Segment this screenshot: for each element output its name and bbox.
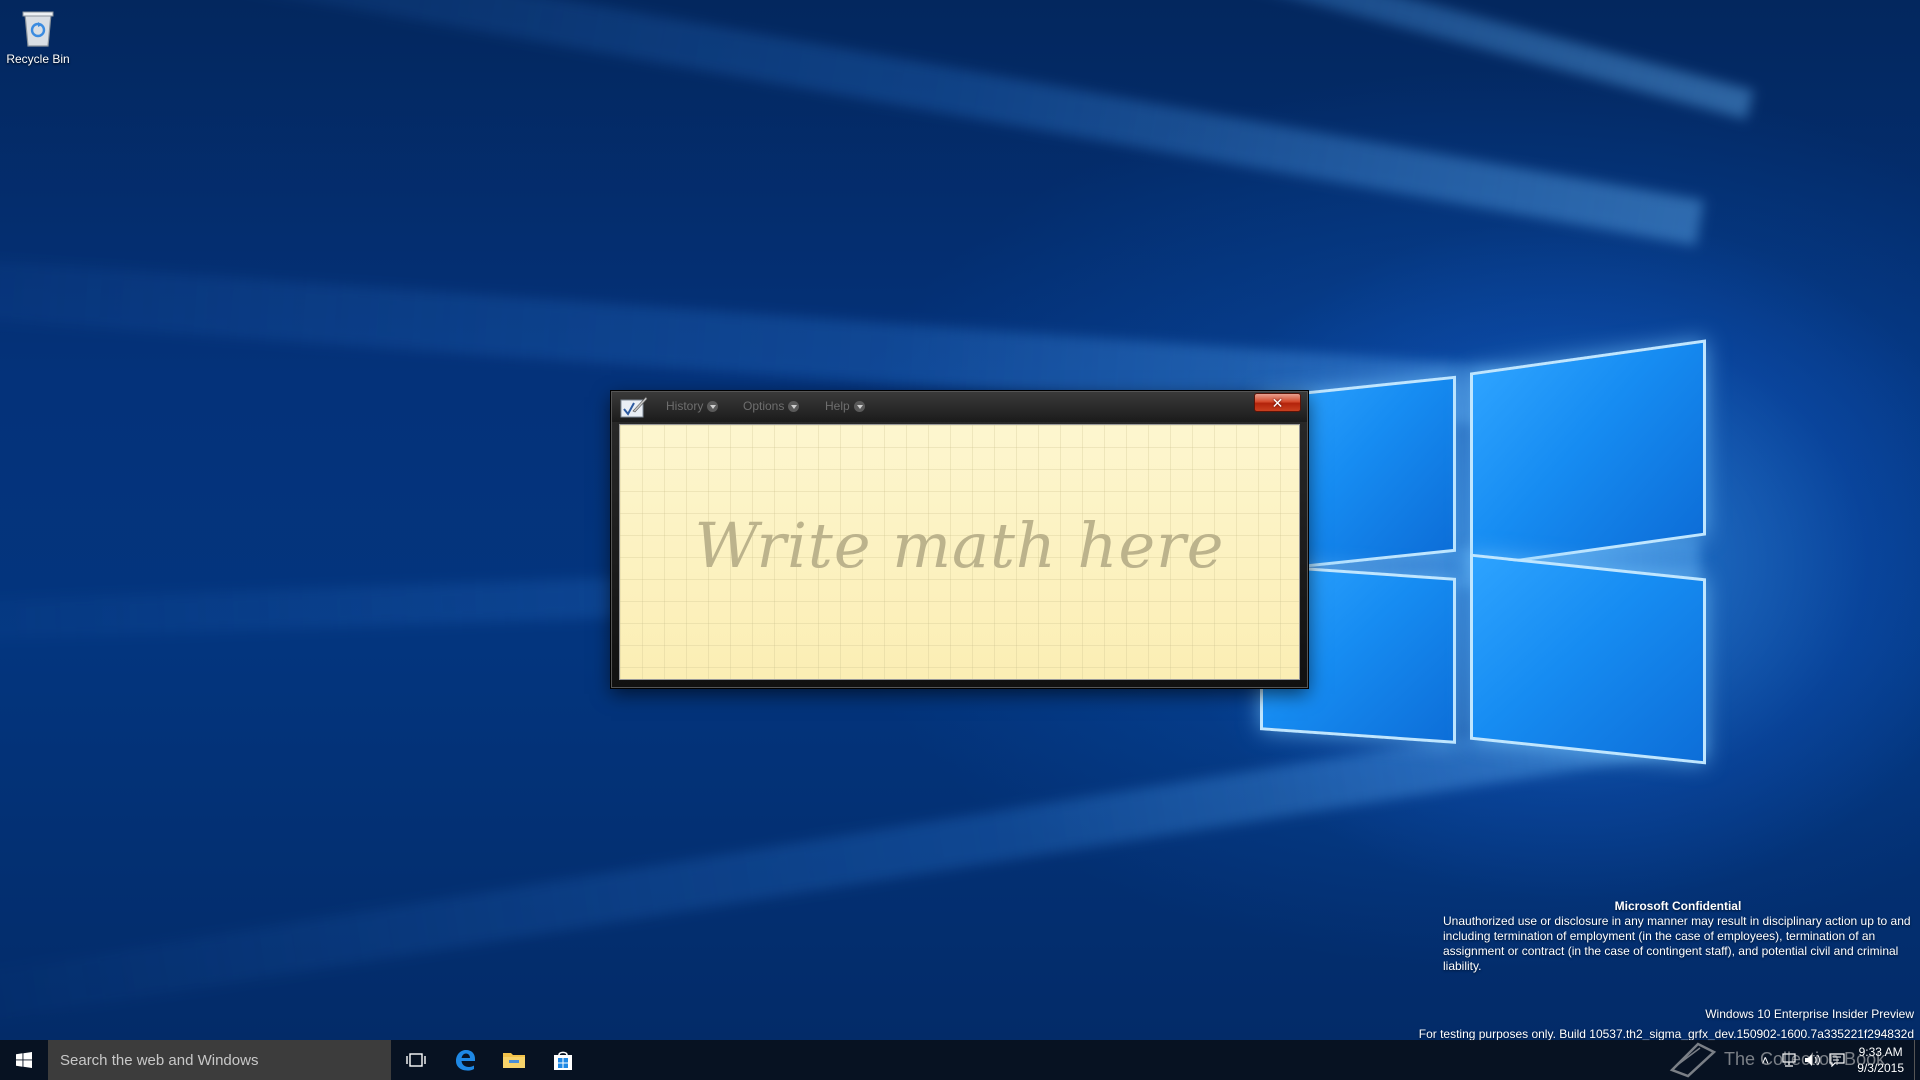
recycle-bin-icon — [21, 8, 55, 48]
chevron-down-icon — [707, 400, 719, 412]
watermark-body: Unauthorized use or disclosure in any ma… — [1443, 914, 1911, 973]
store-icon — [554, 1051, 572, 1070]
desktop-icon-recycle-bin[interactable]: Recycle Bin — [4, 6, 72, 66]
chevron-down-icon — [788, 400, 800, 412]
logo-pane-bottom-right — [1470, 553, 1706, 765]
math-input-icon — [620, 395, 648, 419]
task-view-button[interactable] — [392, 1040, 440, 1080]
search-input[interactable]: Search the web and Windows — [48, 1040, 391, 1080]
confidential-watermark: Microsoft Confidential Unauthorized use … — [1443, 899, 1913, 974]
search-placeholder: Search the web and Windows — [60, 1051, 259, 1069]
taskbar: Search the web and Windows ˄ 9:33 AM 9/3… — [0, 1040, 1920, 1080]
book-icon — [1669, 1042, 1717, 1078]
close-icon: ✕ — [1271, 394, 1284, 411]
menu-history[interactable]: History — [666, 399, 719, 413]
desktop-icon-label: Recycle Bin — [6, 52, 70, 66]
build-watermark: Windows 10 Enterprise Insider Preview Fo… — [1419, 1004, 1914, 1044]
start-button[interactable] — [0, 1040, 48, 1080]
edition-text: Windows 10 Enterprise Insider Preview — [1705, 1007, 1914, 1021]
logo-pane-top-right — [1470, 339, 1706, 569]
windows-logo — [1260, 339, 1720, 786]
desktop: Recycle Bin History Options Help ✕ Write… — [0, 0, 1920, 1080]
title-bar[interactable]: History Options Help ✕ — [612, 392, 1307, 422]
windows-start-icon — [16, 1052, 32, 1068]
file-explorer-button[interactable] — [490, 1040, 538, 1080]
task-view-icon — [406, 1053, 426, 1067]
show-desktop-button[interactable] — [1914, 1040, 1920, 1080]
close-button[interactable]: ✕ — [1254, 393, 1301, 412]
menu-label: Options — [743, 399, 785, 413]
watermark-title: Microsoft Confidential — [1614, 899, 1742, 913]
collection-book-overlay: The Collection Book — [1668, 1040, 1885, 1078]
store-button[interactable] — [539, 1040, 587, 1080]
menu-help[interactable]: Help — [825, 399, 865, 413]
overlay-text: The Collection Book — [1724, 1048, 1886, 1069]
edge-icon — [456, 1050, 475, 1071]
folder-icon — [503, 1053, 525, 1068]
menu-options[interactable]: Options — [743, 399, 800, 413]
edge-button[interactable] — [441, 1040, 489, 1080]
menu-label: Help — [825, 399, 850, 413]
menu-label: History — [666, 399, 704, 413]
writing-pad[interactable]: Write math here — [619, 424, 1300, 680]
writing-pad-hint: Write math here — [694, 508, 1225, 582]
chevron-down-icon — [853, 400, 865, 412]
math-input-panel-window[interactable]: History Options Help ✕ Write math here — [611, 391, 1308, 688]
